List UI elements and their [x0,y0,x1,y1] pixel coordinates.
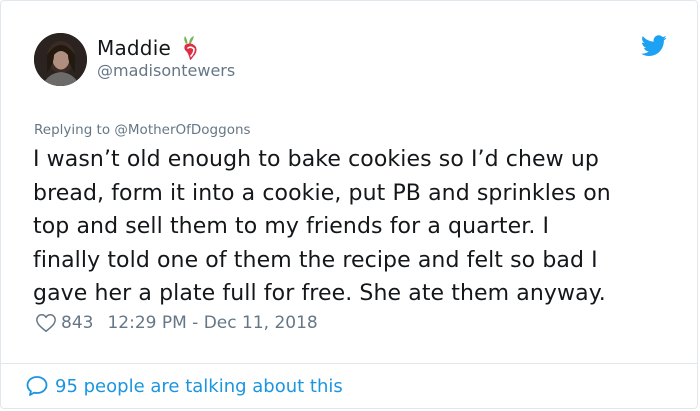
avatar-image [34,33,87,86]
divider [1,363,697,364]
conversation-link[interactable]: 95 people are talking about this [25,374,343,398]
tweet-text: I wasn’t old enough to bake cookies so I… [33,143,673,311]
tweet-text-line: gave her a plate full for free. She ate … [33,281,606,306]
tweet-card: Maddie @madisontewers Replying to @Mothe… [0,0,698,409]
like-count[interactable]: 843 [61,313,93,333]
tweet-timestamp[interactable]: 12:29 PM - Dec 11, 2018 [107,313,317,333]
speech-bubble-icon [26,376,48,396]
name-row: Maddie [97,35,201,61]
replying-to: Replying to @MotherOfDoggons [34,122,251,138]
display-name[interactable]: Maddie [97,36,171,60]
tweet-text-line: I wasn’t old enough to bake cookies so I… [33,147,599,172]
heart-icon[interactable] [35,312,57,334]
tweet-text-line: bread, form it into a cookie, put PB and… [33,180,611,206]
twitter-bird-icon[interactable] [641,35,667,57]
replying-to-mention[interactable]: @MotherOfDoggons [114,122,250,138]
avatar[interactable] [34,33,87,86]
user-handle[interactable]: @madisontewers [97,61,235,80]
replying-to-prefix: Replying to [34,122,115,138]
radish-emoji-icon [184,36,197,60]
tweet-text-line: finally told one of them the recipe and … [33,247,598,273]
tweet-meta: 843 12:29 PM - Dec 11, 2018 [35,312,318,334]
tweet-text-line: top and sell them to my friends for a qu… [33,214,550,239]
conversation-link-label: 95 people are talking about this [55,375,343,397]
